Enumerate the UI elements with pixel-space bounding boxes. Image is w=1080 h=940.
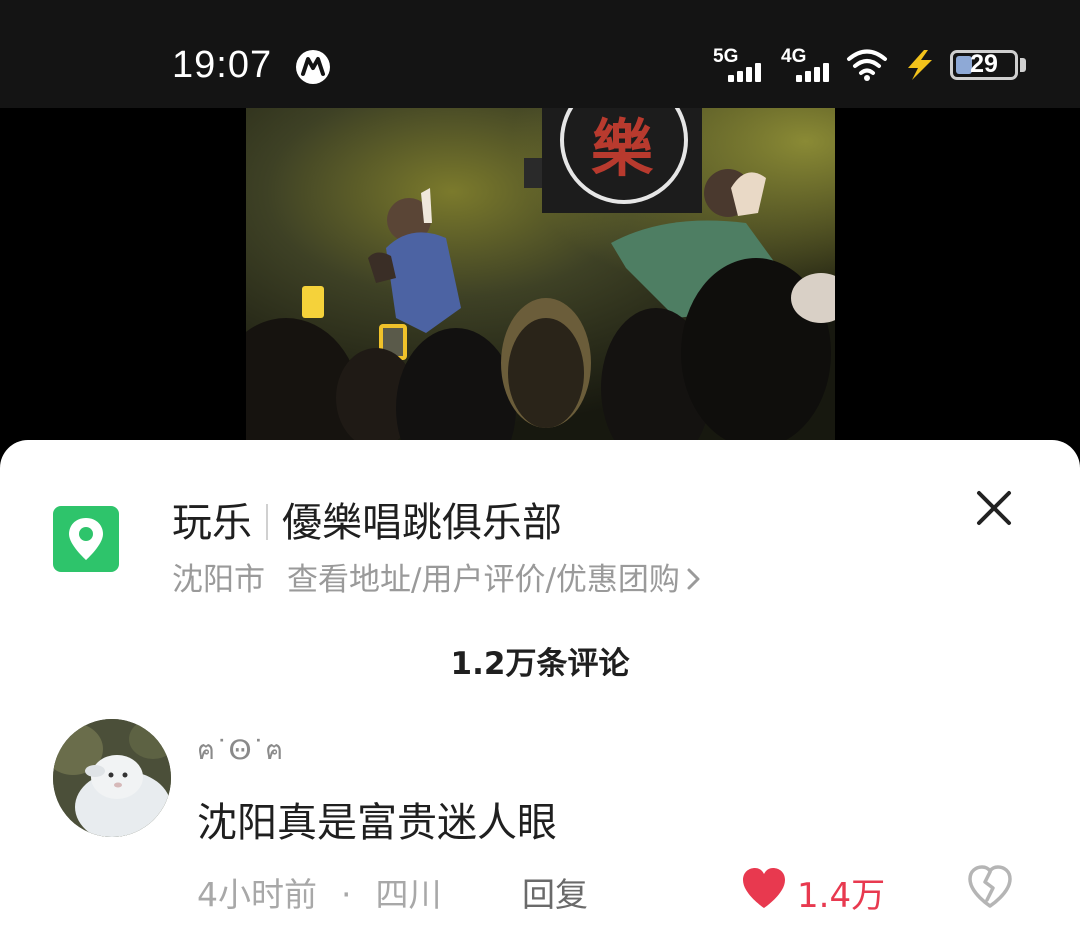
like-count: 1.4万 [797, 876, 886, 916]
metro-icon [296, 50, 330, 84]
location-pin-icon [69, 518, 103, 560]
comment-location: 四川 [375, 875, 442, 914]
video-player[interactable]: 樂 [246, 108, 835, 443]
battery-text: 29 [970, 50, 998, 78]
heart-icon[interactable] [740, 866, 788, 910]
avatar[interactable] [53, 719, 171, 837]
battery-tip [1020, 58, 1026, 72]
comment-time: 4小时前 [197, 875, 317, 914]
battery-icon: 29 [950, 50, 1018, 80]
reply-button[interactable]: 回复 [522, 868, 588, 916]
comment-meta: 4小时前 · 四川 [197, 868, 442, 916]
comments-sheet: 玩乐 優樂唱跳俱乐部 沈阳市 查看地址/用户评价/优惠团购 1.2万条评论 ฅ˙Ꙫ˙… [0, 440, 1080, 940]
poi-title[interactable]: 玩乐 優樂唱跳俱乐部 [172, 490, 562, 548]
poi-link-text: 查看地址/用户评价/优惠团购 [287, 562, 680, 598]
comment-username[interactable]: ฅ˙Ꙫ˙ฅ [197, 728, 283, 771]
status-time: 19:07 [172, 44, 273, 86]
lightning-icon [908, 50, 932, 80]
video-frame: 樂 [246, 108, 835, 443]
poi-divider [266, 504, 268, 540]
meta-separator: · [341, 875, 352, 914]
poi-name: 優樂唱跳俱乐部 [282, 500, 562, 546]
video-sign-text: 樂 [591, 112, 654, 185]
status-bar: 19:07 5G 4G 29 [0, 0, 1080, 108]
poi-link[interactable]: 沈阳市 查看地址/用户评价/优惠团购 [172, 554, 702, 599]
signal-icon [796, 58, 836, 82]
poi-category: 玩乐 [172, 500, 252, 546]
signal-icon [728, 58, 768, 82]
poi-icon[interactable] [53, 506, 119, 572]
poi-city: 沈阳市 [172, 562, 265, 598]
comment-count: 1.2万条评论 [450, 646, 630, 682]
wifi-icon [847, 49, 887, 81]
chevron-right-icon [687, 568, 700, 590]
close-icon[interactable] [975, 489, 1013, 527]
comment-text[interactable]: 沈阳真是富贵迷人眼 [197, 790, 557, 848]
broken-heart-icon[interactable] [966, 864, 1014, 910]
avatar-image [53, 719, 171, 837]
